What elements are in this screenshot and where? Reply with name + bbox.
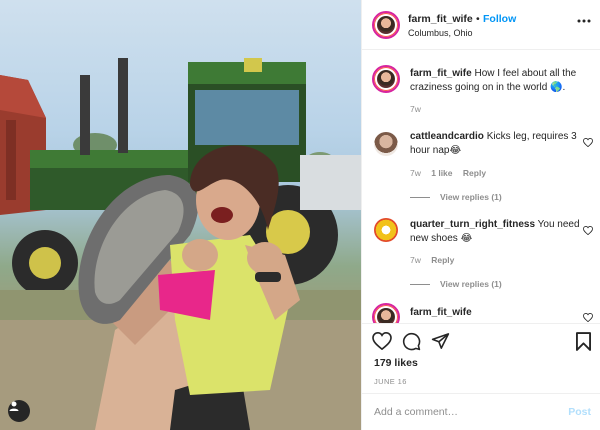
location-link[interactable]: Columbus, Ohio <box>408 28 473 38</box>
comment-meta: 7w 1 like Reply <box>410 168 494 178</box>
view-replies-button[interactable]: View replies (1) <box>410 279 502 289</box>
comment-username[interactable]: cattleandcardio <box>410 131 484 142</box>
add-comment-bar: Add a comment… Post <box>362 393 600 430</box>
post-header: farm_fit_wife • Follow Columbus, Ohio <box>362 0 600 50</box>
post-sidebar: farm_fit_wife • Follow Columbus, Ohio fa… <box>361 0 600 430</box>
caption-meta: 7w <box>410 104 429 114</box>
comment: cattleandcardio Kicks leg, requires 3 ho… <box>410 130 580 158</box>
comment-likes[interactable]: 1 like <box>431 168 452 178</box>
post-photo[interactable] <box>0 0 361 430</box>
comment-meta: 7w Reply <box>410 255 462 265</box>
likes-count[interactable]: 179 likes <box>374 357 418 369</box>
post-comment-button[interactable]: Post <box>568 406 591 418</box>
caption-username[interactable]: farm_fit_wife <box>410 68 472 79</box>
share-icon[interactable] <box>431 332 450 350</box>
caption-age: 7w <box>410 104 421 114</box>
view-replies-label: View replies (1) <box>440 279 502 289</box>
comments-list[interactable]: farm_fit_wife How I feel about all the c… <box>362 51 600 323</box>
comment-age: 7w <box>410 168 421 178</box>
reply-button[interactable]: Reply <box>463 168 486 178</box>
comment-avatar[interactable] <box>374 132 398 156</box>
reply-button[interactable]: Reply <box>431 255 454 265</box>
more-horizontal-icon[interactable] <box>577 19 591 23</box>
user-tag-button[interactable] <box>8 400 30 422</box>
header-separator: • <box>476 13 480 25</box>
view-replies-button[interactable]: View replies (1) <box>410 192 502 202</box>
comment-icon[interactable] <box>402 332 421 351</box>
comment: farm_fit_wife <box>410 306 580 320</box>
comment-username[interactable]: quarter_turn_right_fitness <box>410 219 535 230</box>
heart-icon[interactable] <box>372 332 392 350</box>
bookmark-icon[interactable] <box>576 332 591 351</box>
comment-heart-icon[interactable] <box>583 138 593 147</box>
comment-username[interactable]: farm_fit_wife <box>410 307 472 318</box>
comment-avatar[interactable] <box>372 303 400 323</box>
caption-avatar[interactable] <box>372 65 400 93</box>
avatar[interactable] <box>372 11 400 39</box>
post-actions: 179 likes JUNE 16 <box>362 323 600 393</box>
photo-illustration <box>0 58 361 430</box>
caption: farm_fit_wife How I feel about all the c… <box>410 67 580 95</box>
comment-age: 7w <box>410 255 421 265</box>
comment-avatar[interactable] <box>374 218 398 242</box>
comment: quarter_turn_right_fitness You need new … <box>410 218 580 246</box>
post-date[interactable]: JUNE 16 <box>374 377 407 386</box>
comment-heart-icon[interactable] <box>583 226 593 235</box>
user-tag-icon <box>9 401 19 411</box>
view-replies-label: View replies (1) <box>440 192 502 202</box>
comment-heart-icon[interactable] <box>583 313 593 322</box>
add-comment-input[interactable]: Add a comment… <box>374 406 458 418</box>
header-username[interactable]: farm_fit_wife <box>408 13 473 25</box>
follow-button[interactable]: Follow <box>483 13 516 25</box>
